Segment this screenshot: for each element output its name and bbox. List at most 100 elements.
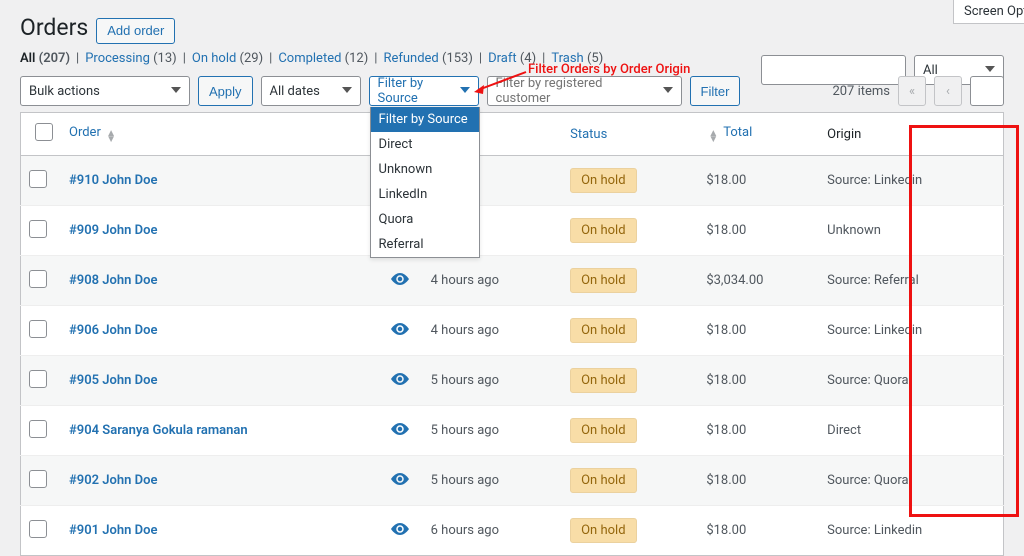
current-page-input[interactable] — [970, 76, 1004, 106]
filter-source-option[interactable]: Unknown — [371, 157, 479, 182]
status-filter-trash[interactable]: Trash (5) — [551, 51, 603, 66]
order-date: 4 hours ago — [423, 306, 562, 356]
order-total: $18.00 — [698, 406, 819, 456]
chevron-down-icon — [171, 84, 181, 99]
order-link[interactable]: #905 John Doe — [69, 373, 157, 388]
status-badge: On hold — [570, 218, 636, 243]
filter-source-option[interactable]: Referral — [371, 232, 479, 257]
column-header-origin: Origin — [819, 113, 1003, 156]
preview-eye-icon[interactable] — [391, 422, 409, 436]
order-origin: Source: Quora — [819, 356, 1003, 406]
row-checkbox[interactable] — [29, 470, 47, 488]
filter-by-customer-select[interactable]: Filter by registered customer — [487, 76, 682, 106]
preview-eye-icon[interactable] — [391, 522, 409, 536]
status-filter-count: (4) — [520, 51, 536, 66]
row-checkbox[interactable] — [29, 420, 47, 438]
preview-eye-icon[interactable] — [391, 372, 409, 386]
order-total: $18.00 — [698, 206, 819, 256]
screen-options-label: Screen Options — [964, 4, 1024, 19]
bulk-actions-select[interactable]: Bulk actions — [20, 76, 190, 106]
order-total: $3,034.00 — [698, 256, 819, 306]
row-checkbox[interactable] — [29, 220, 47, 238]
status-filter-count: (29) — [240, 51, 264, 66]
order-origin: Source: Referral — [819, 256, 1003, 306]
status-filter-count: (13) — [153, 51, 177, 66]
order-link[interactable]: #901 John Doe — [69, 523, 157, 538]
filter-button-label: Filter — [701, 84, 730, 99]
row-checkbox[interactable] — [29, 270, 47, 288]
table-row: #910 John Doe3On hold$18.00Source: Linke… — [21, 156, 1004, 206]
prev-page-button[interactable]: ‹ — [934, 76, 962, 106]
filter-by-source-select[interactable]: Filter by Source Filter by SourceDirectU… — [369, 76, 479, 106]
column-header-total[interactable]: ▲▼ Total — [698, 113, 819, 156]
filter-by-source-dropdown: Filter by SourceDirectUnknownLinkedInQuo… — [370, 107, 480, 258]
displaying-num: 207 items — [832, 84, 890, 99]
row-checkbox[interactable] — [29, 520, 47, 538]
status-filter-on-hold[interactable]: On hold (29) — [192, 51, 263, 66]
preview-eye-icon[interactable] — [391, 322, 409, 336]
order-date: 4 hours ago — [423, 256, 562, 306]
order-link[interactable]: #904 Saranya Gokula ramanan — [69, 423, 248, 438]
filter-source-option[interactable]: Direct — [371, 132, 479, 157]
status-filter-count: (12) — [345, 51, 369, 66]
add-order-label: Add order — [107, 23, 164, 38]
status-badge: On hold — [570, 418, 636, 443]
table-row: #908 John Doe4 hours agoOn hold$3,034.00… — [21, 256, 1004, 306]
sort-icon: ▲▼ — [708, 131, 718, 143]
first-page-button[interactable]: « — [898, 76, 926, 106]
order-date: 5 hours ago — [423, 456, 562, 506]
screen-options-tab[interactable]: Screen Options — [953, 0, 1024, 24]
row-checkbox[interactable] — [29, 170, 47, 188]
status-badge: On hold — [570, 518, 636, 543]
status-filter-refunded[interactable]: Refunded (153) — [383, 51, 472, 66]
order-total: $18.00 — [698, 306, 819, 356]
page-title: Orders — [20, 14, 88, 41]
order-link[interactable]: #902 John Doe — [69, 473, 157, 488]
status-badge: On hold — [570, 468, 636, 493]
filter-button[interactable]: Filter — [690, 76, 741, 106]
chevron-down-icon — [342, 84, 352, 99]
order-total: $18.00 — [698, 456, 819, 506]
order-origin: Unknown — [819, 206, 1003, 256]
chevron-down-icon — [663, 84, 673, 99]
select-all-checkbox[interactable] — [35, 123, 53, 141]
status-filter-draft[interactable]: Draft (4) — [488, 51, 536, 66]
preview-eye-icon[interactable] — [391, 472, 409, 486]
apply-button[interactable]: Apply — [198, 76, 253, 106]
table-row: #901 John Doe6 hours agoOn hold$18.00Sou… — [21, 506, 1004, 556]
chevron-down-icon — [460, 84, 470, 99]
table-row: #909 John Doe5On hold$18.00Unknown — [21, 206, 1004, 256]
order-date: 5 hours ago — [423, 406, 562, 456]
apply-label: Apply — [209, 84, 242, 99]
filter-by-source-label: Filter by Source — [378, 76, 454, 106]
table-row: #904 Saranya Gokula ramanan 5 hours ago On… — [21, 406, 1004, 456]
filter-source-option[interactable]: Quora — [371, 207, 479, 232]
order-origin: Source: Linkedin — [819, 306, 1003, 356]
filter-source-option[interactable]: LinkedIn — [371, 182, 479, 207]
status-filter-count: (5) — [587, 51, 603, 66]
order-link[interactable]: #908 John Doe — [69, 273, 157, 288]
all-dates-label: All dates — [270, 84, 320, 99]
order-link[interactable]: #909 John Doe — [69, 223, 157, 238]
filter-by-customer-placeholder: Filter by registered customer — [496, 76, 657, 106]
order-total: $18.00 — [698, 156, 819, 206]
status-filter-processing[interactable]: Processing (13) — [85, 51, 176, 66]
filter-source-option[interactable]: Filter by Source — [371, 107, 479, 132]
order-origin: Direct — [819, 406, 1003, 456]
table-row: #905 John Doe5 hours agoOn hold$18.00Sou… — [21, 356, 1004, 406]
bulk-actions-label: Bulk actions — [29, 84, 100, 99]
all-dates-select[interactable]: All dates — [261, 76, 361, 106]
column-header-status[interactable]: Status — [562, 113, 698, 156]
order-link[interactable]: #910 John Doe — [69, 173, 157, 188]
row-checkbox[interactable] — [29, 370, 47, 388]
order-link[interactable]: #906 John Doe — [69, 323, 157, 338]
order-date: 6 hours ago — [423, 506, 562, 556]
order-total: $18.00 — [698, 506, 819, 556]
status-filter-completed[interactable]: Completed (12) — [278, 51, 368, 66]
preview-eye-icon[interactable] — [391, 272, 409, 286]
row-checkbox[interactable] — [29, 320, 47, 338]
status-filter-count: (207) — [39, 51, 70, 66]
add-order-button[interactable]: Add order — [96, 18, 175, 44]
column-header-order[interactable]: Order ▲▼ — [61, 113, 383, 156]
status-badge: On hold — [570, 168, 636, 193]
